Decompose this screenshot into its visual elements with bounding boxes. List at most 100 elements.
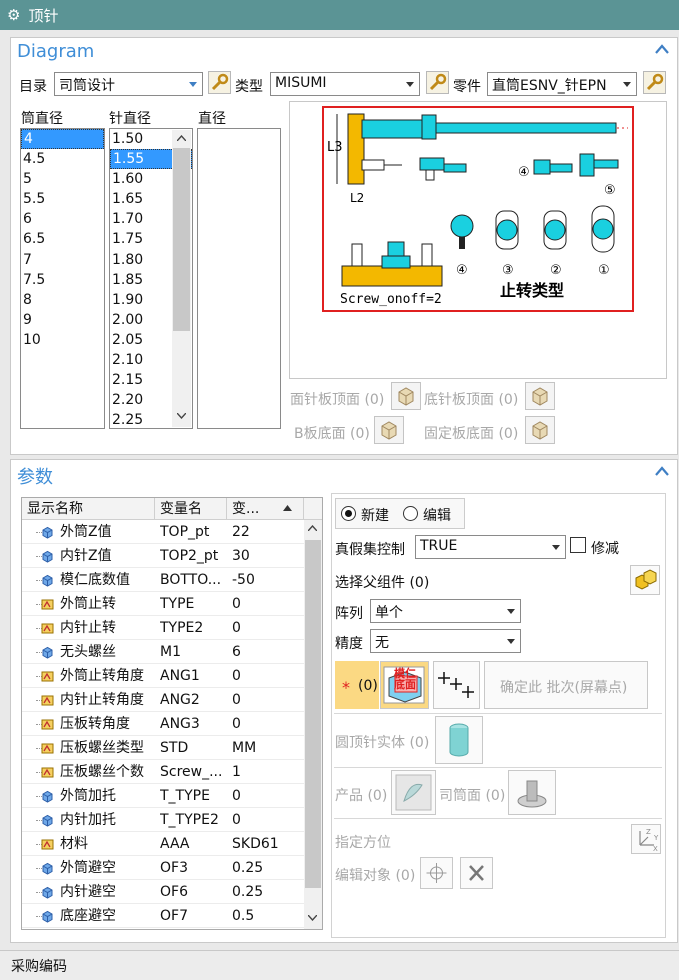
list-item[interactable]: 4 <box>21 129 104 150</box>
sleeve-shape-icon <box>517 780 547 808</box>
table-row[interactable]: 外筒避空 OF3 0.25 <box>22 856 306 880</box>
param-value[interactable]: 0.25 <box>232 856 302 880</box>
param-variable-name: M1 <box>160 644 181 660</box>
required-star: * <box>342 678 350 697</box>
type-select[interactable]: MISUMI <box>270 72 420 96</box>
list-item[interactable]: 4.5 <box>21 149 104 169</box>
cylinder-icon <box>449 723 469 757</box>
table-row[interactable]: 压板转角度 ANG3 0 <box>22 712 306 736</box>
b-plate-bottom-button[interactable] <box>374 416 404 444</box>
round-pin-body-button[interactable] <box>435 716 483 764</box>
grid-header-val[interactable]: 变... <box>227 498 304 520</box>
table-row[interactable]: 内针加托 T_TYPE2 0 <box>22 808 306 832</box>
param-value[interactable]: 0 <box>232 688 302 712</box>
fixed-plate-bottom-button[interactable] <box>525 416 555 444</box>
param-display-name: 外筒避空 <box>60 860 116 876</box>
list-item[interactable]: 10 <box>21 330 104 350</box>
param-variable-name: Screw_... <box>160 764 223 780</box>
confirm-batch-button[interactable]: 确定此 批次(屏幕点) <box>484 661 648 709</box>
param-value[interactable]: 1 <box>232 760 302 784</box>
param-value[interactable]: 0 <box>232 712 302 736</box>
table-row[interactable]: 外筒止转 TYPE 0 <box>22 592 306 616</box>
param-value[interactable]: -50 <box>232 568 302 592</box>
grid-header-name[interactable]: 显示名称 <box>22 498 155 520</box>
pin-diameter-scrollbar[interactable] <box>172 130 191 427</box>
precision-select[interactable]: 无 <box>370 629 521 653</box>
catalog-wrench-button[interactable] <box>208 71 231 94</box>
table-row[interactable]: 内针避空 OF6 0.25 <box>22 880 306 904</box>
option-expression-icon <box>41 719 54 730</box>
catalog-value: 司筒设计 <box>59 78 115 94</box>
catalog-select[interactable]: 司筒设计 <box>54 72 203 96</box>
table-row[interactable]: 模仁底数值 BOTTO... -50 <box>22 568 306 592</box>
table-row[interactable]: 内针止转角度 ANG2 0 <box>22 688 306 712</box>
param-value[interactable]: 0 <box>232 616 302 640</box>
param-value[interactable]: 0.25 <box>232 880 302 904</box>
list-item[interactable]: 5.5 <box>21 189 104 209</box>
param-display-name: 外筒Z值 <box>60 524 112 540</box>
part-select[interactable]: 直筒ESNV_针EPN <box>487 72 637 96</box>
table-row[interactable]: 材料 AAA SKD61 <box>22 832 306 856</box>
param-value[interactable]: 0 <box>232 592 302 616</box>
scroll-up-icon[interactable] <box>308 525 317 531</box>
table-row[interactable]: 内针止转 TYPE2 0 <box>22 616 306 640</box>
list-item[interactable]: 8 <box>21 290 104 310</box>
array-select[interactable]: 单个 <box>370 599 521 623</box>
list-item[interactable]: 7 <box>21 250 104 270</box>
table-row[interactable]: 无头螺丝 M1 6 <box>22 640 306 664</box>
params-grid[interactable]: 显示名称 变量名 变... 外筒Z值 TOP_pt 22 内针Z值 TOP2_pt 30 模… <box>21 497 323 930</box>
grid-header-var[interactable]: 变量名 <box>155 498 227 520</box>
sleeve-face-button[interactable] <box>508 770 556 815</box>
sleeve-diameter-list[interactable]: 4 4.5 5 5.5 6 6.5 7 7.5 8 9 10 <box>20 128 105 429</box>
expression-icon <box>42 646 53 659</box>
add-point-button[interactable] <box>433 661 480 709</box>
param-value[interactable]: MM <box>232 736 302 760</box>
trim-checkbox[interactable] <box>570 537 586 553</box>
param-variable-name: AAA <box>160 836 190 852</box>
list-item[interactable]: 5 <box>21 169 104 189</box>
wrench-icon <box>211 73 229 91</box>
param-value[interactable]: 0.5 <box>232 904 302 928</box>
mode-edit-radio[interactable] <box>403 506 418 521</box>
diameter-list[interactable] <box>197 128 281 429</box>
param-value[interactable]: 30 <box>232 544 302 568</box>
list-item[interactable]: 6.5 <box>21 229 104 249</box>
param-value[interactable]: 0 <box>232 784 302 808</box>
product-button[interactable] <box>391 770 436 815</box>
table-row[interactable]: 外筒加托 T_TYPE 0 <box>22 784 306 808</box>
list-item[interactable]: 6 <box>21 209 104 229</box>
params-grid-scrollbar[interactable] <box>304 520 322 929</box>
param-display-name: 压板螺丝个数 <box>60 764 144 780</box>
list-item[interactable]: 7.5 <box>21 270 104 290</box>
param-value[interactable]: 0 <box>232 664 302 688</box>
param-value[interactable]: SKD61 <box>232 832 302 856</box>
collapse-diagram-icon[interactable] <box>655 44 669 54</box>
option-expression-icon <box>41 743 54 754</box>
table-row[interactable]: 内针Z值 TOP2_pt 30 <box>22 544 306 568</box>
table-row[interactable]: 压板螺丝类型 STD MM <box>22 736 306 760</box>
scroll-down-icon[interactable] <box>308 915 317 921</box>
top-pin-plate-face-button[interactable] <box>391 382 421 410</box>
table-row[interactable]: 外筒Z值 TOP_pt 22 <box>22 520 306 544</box>
list-item[interactable]: 9 <box>21 310 104 330</box>
mode-new-radio[interactable] <box>341 506 356 521</box>
delete-object-button[interactable] <box>460 857 493 889</box>
table-row[interactable]: 外筒止转角度 ANG1 0 <box>22 664 306 688</box>
table-row[interactable]: 底座避空 OF7 0.5 <box>22 904 306 928</box>
scroll-up-icon[interactable] <box>177 135 186 141</box>
collapse-params-icon[interactable] <box>655 466 669 476</box>
param-value[interactable]: 6 <box>232 640 302 664</box>
edit-object-button[interactable] <box>420 857 453 889</box>
orientation-button[interactable]: ZYX <box>631 824 661 854</box>
type-wrench-button[interactable] <box>426 71 449 94</box>
scroll-down-icon[interactable] <box>177 413 186 419</box>
mold-bottom-face-button[interactable]: 模仁底面 <box>380 661 429 709</box>
param-value[interactable]: 22 <box>232 520 302 544</box>
truefalse-select[interactable]: TRUE <box>415 535 566 559</box>
params-section-title: 参数 <box>17 467 53 488</box>
part-wrench-button[interactable] <box>643 71 666 94</box>
param-value[interactable]: 0 <box>232 808 302 832</box>
table-row[interactable]: 压板螺丝个数 Screw_... 1 <box>22 760 306 784</box>
bottom-pin-plate-face-button[interactable] <box>525 382 555 410</box>
select-parent-button[interactable] <box>630 565 660 595</box>
